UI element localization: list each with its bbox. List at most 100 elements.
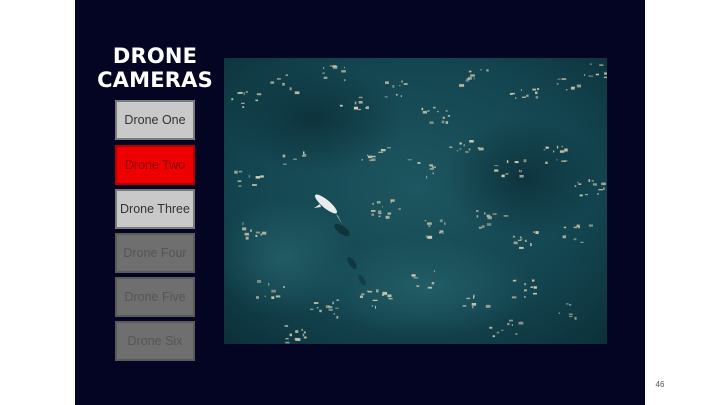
foam-speck: [343, 79, 346, 82]
foam-speck: [466, 77, 470, 80]
foam-speck: [335, 307, 339, 309]
foam-speck: [390, 200, 392, 204]
foam-speck: [283, 163, 287, 165]
foam-speck: [245, 91, 248, 93]
foam-speck: [520, 169, 522, 173]
foam-speck: [509, 92, 513, 95]
title-line-1: DRONE: [112, 44, 198, 68]
foam-speck: [283, 286, 285, 288]
foam-speck: [427, 286, 433, 289]
foam-speck: [429, 164, 433, 167]
drone-one-button[interactable]: Drone One: [115, 100, 195, 140]
foam-speck: [559, 150, 565, 153]
foam-speck: [447, 115, 451, 117]
foam-speck: [489, 326, 493, 329]
foam-speck: [513, 279, 517, 282]
slide: DRONE CAMERAS Drone One Drone Two Drone …: [0, 0, 720, 405]
foam-speck: [276, 78, 281, 80]
foam-speck: [494, 165, 499, 167]
foam-speck: [403, 83, 408, 85]
foam-speck: [476, 215, 479, 218]
foam-speck: [503, 215, 509, 217]
foam-speck: [578, 225, 580, 229]
foam-speck: [592, 183, 597, 186]
foam-speck: [585, 193, 588, 196]
foam-speck: [480, 69, 483, 71]
foam-speck: [437, 110, 439, 113]
foam-speck: [432, 106, 436, 109]
foam-speck: [271, 296, 275, 299]
drone-cameras-title: DRONE CAMERAS: [95, 44, 215, 92]
foam-speck: [469, 140, 474, 143]
foam-speck: [444, 222, 446, 225]
foam-speck: [336, 299, 339, 301]
foam-speck: [395, 93, 398, 96]
foam-speck: [371, 155, 376, 158]
foam-speck: [289, 333, 292, 337]
foam-speck: [431, 282, 435, 285]
foam-speck: [449, 146, 453, 148]
drone-four-button[interactable]: Drone Four: [115, 233, 195, 273]
foam-speck: [463, 144, 465, 147]
foam-speck: [242, 227, 247, 231]
foam-speck: [322, 72, 325, 74]
foam-speck: [268, 283, 270, 286]
foam-speck: [426, 175, 428, 179]
foam-speck: [399, 85, 401, 87]
foam-speck: [262, 231, 267, 235]
foam-speck: [427, 222, 432, 225]
foam-speck: [543, 149, 546, 151]
foam-speck: [353, 106, 358, 110]
foam-speck: [603, 76, 607, 79]
foam-speck: [319, 309, 322, 313]
foam-speck: [569, 316, 573, 318]
foam-speck: [238, 185, 242, 187]
foam-speck: [603, 187, 605, 190]
foam-speck: [242, 222, 244, 226]
drone-two-button[interactable]: Drone Two: [115, 145, 195, 185]
foam-speck: [599, 64, 604, 66]
foam-speck: [377, 210, 382, 213]
foam-speck: [413, 277, 419, 279]
foam-speck: [238, 170, 243, 173]
foam-speck: [530, 286, 534, 288]
foam-speck: [295, 330, 299, 333]
foam-speck: [476, 210, 479, 212]
foam-speck: [507, 322, 510, 326]
foam-speck: [310, 308, 314, 310]
foam-speck: [237, 180, 242, 182]
drone-six-button[interactable]: Drone Six: [115, 321, 195, 361]
foam-speck: [515, 97, 517, 99]
foam-speck: [401, 80, 403, 83]
foam-speck: [387, 212, 392, 215]
foam-speck: [416, 285, 420, 287]
foam-speck: [501, 329, 504, 331]
foam-speck: [485, 304, 491, 308]
foam-speck: [245, 236, 249, 240]
ocean-aerial-image: [224, 58, 607, 344]
foam-speck: [264, 295, 266, 297]
foam-speck: [601, 182, 606, 186]
foam-speck: [242, 106, 245, 108]
foam-speck: [231, 98, 234, 101]
foam-speck: [563, 160, 568, 162]
drone-five-button[interactable]: Drone Five: [115, 277, 195, 317]
foam-speck: [323, 76, 328, 79]
foam-speck: [427, 110, 430, 112]
foam-speck: [387, 294, 392, 298]
foam-speck: [380, 149, 386, 152]
foam-speck: [513, 241, 518, 245]
foam-speck: [329, 65, 335, 67]
drone-three-button[interactable]: Drone Three: [115, 189, 195, 229]
foam-speck: [341, 70, 346, 73]
foam-speck: [511, 324, 513, 326]
foam-speck: [256, 93, 262, 96]
foam-speck: [301, 328, 303, 331]
foam-speck: [496, 331, 500, 334]
foam-speck: [411, 274, 416, 277]
foam-speck: [470, 74, 475, 77]
foam-speck: [255, 235, 258, 237]
foam-speck: [509, 319, 513, 322]
foam-speck: [512, 235, 515, 238]
foam-speck: [466, 297, 471, 300]
